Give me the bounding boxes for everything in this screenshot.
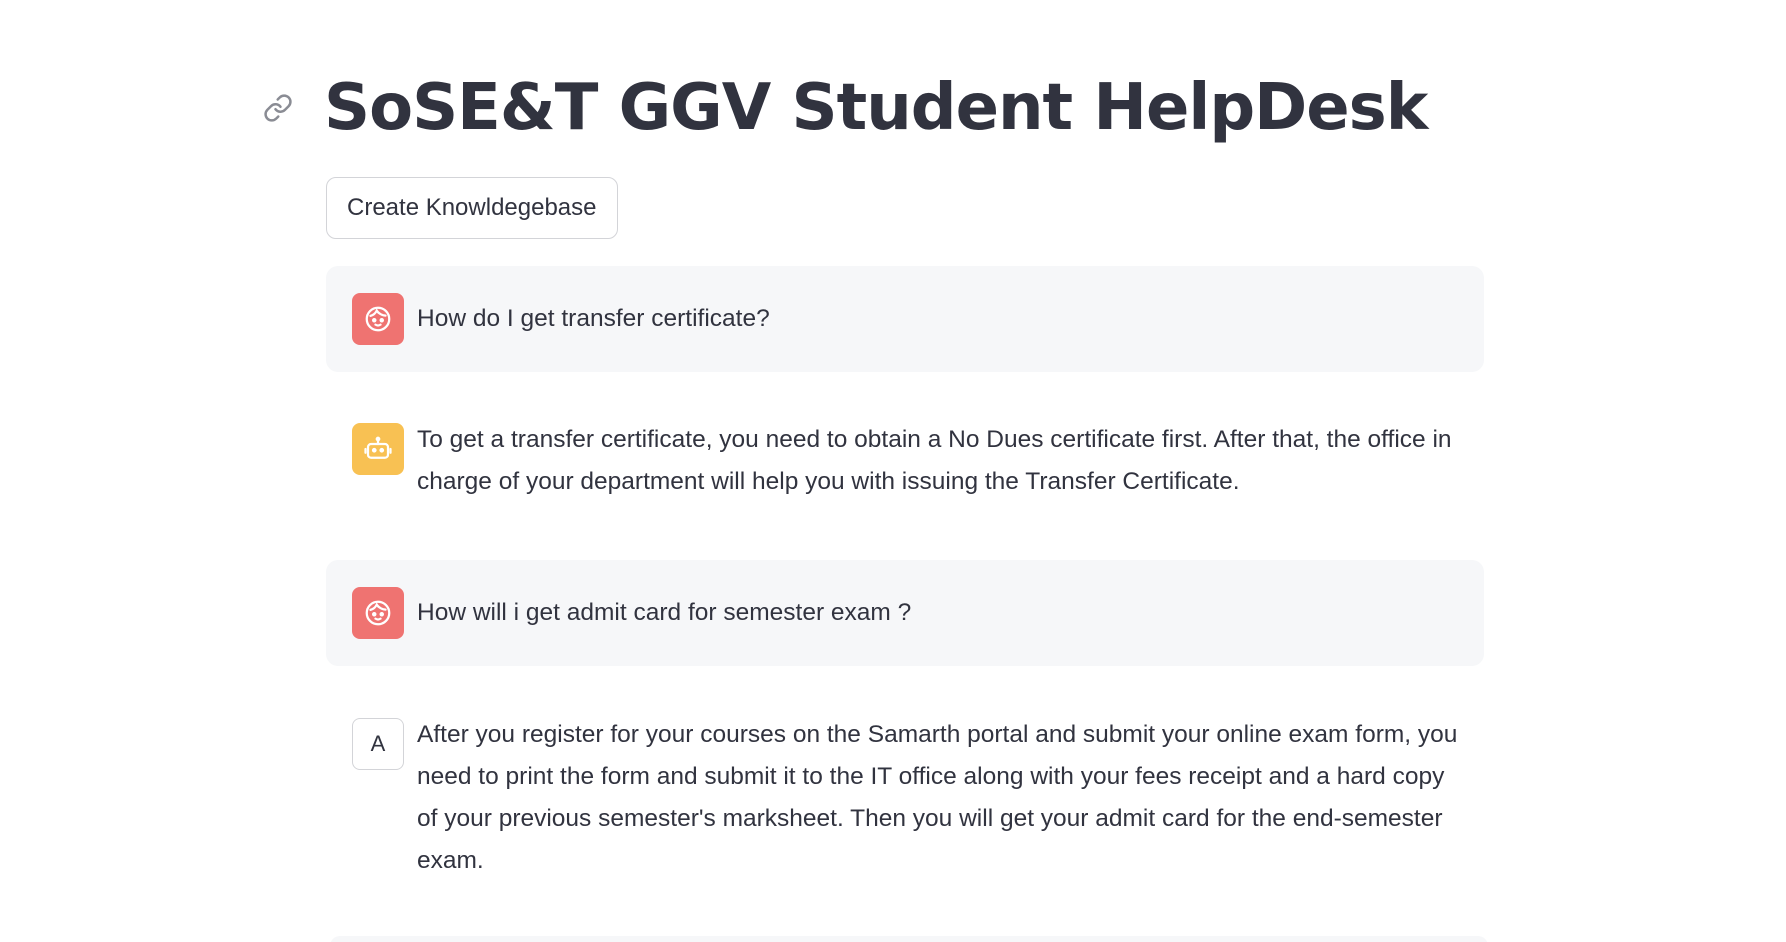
chat-message-user: How will i get admit card for semester e… xyxy=(326,560,1484,666)
next-message-container xyxy=(330,936,1488,942)
robot-icon xyxy=(352,423,404,475)
user-face-icon xyxy=(352,293,404,345)
message-text: To get a transfer certificate, you need … xyxy=(417,426,1452,495)
create-knowledgebase-button[interactable]: Create Knowldegebase xyxy=(326,177,618,239)
chat-message-assistant: To get a transfer certificate, you need … xyxy=(326,419,1484,523)
chat-message-assistant: A After you register for your courses on… xyxy=(326,714,1484,894)
message-text: How will i get admit card for semester e… xyxy=(417,599,912,626)
assistant-avatar: A xyxy=(352,718,404,770)
link-icon[interactable] xyxy=(258,88,298,128)
chat-message-user: How do I get transfer certificate? xyxy=(326,266,1484,372)
app-page: SoSE&T GGV Student HelpDesk Create Knowl… xyxy=(0,0,1786,942)
message-text: How do I get transfer certificate? xyxy=(417,305,770,332)
page-title: SoSE&T GGV Student HelpDesk xyxy=(324,71,1428,145)
message-text: After you register for your courses on t… xyxy=(417,721,1458,874)
title-row: SoSE&T GGV Student HelpDesk xyxy=(258,60,1428,156)
user-face-icon xyxy=(352,587,404,639)
